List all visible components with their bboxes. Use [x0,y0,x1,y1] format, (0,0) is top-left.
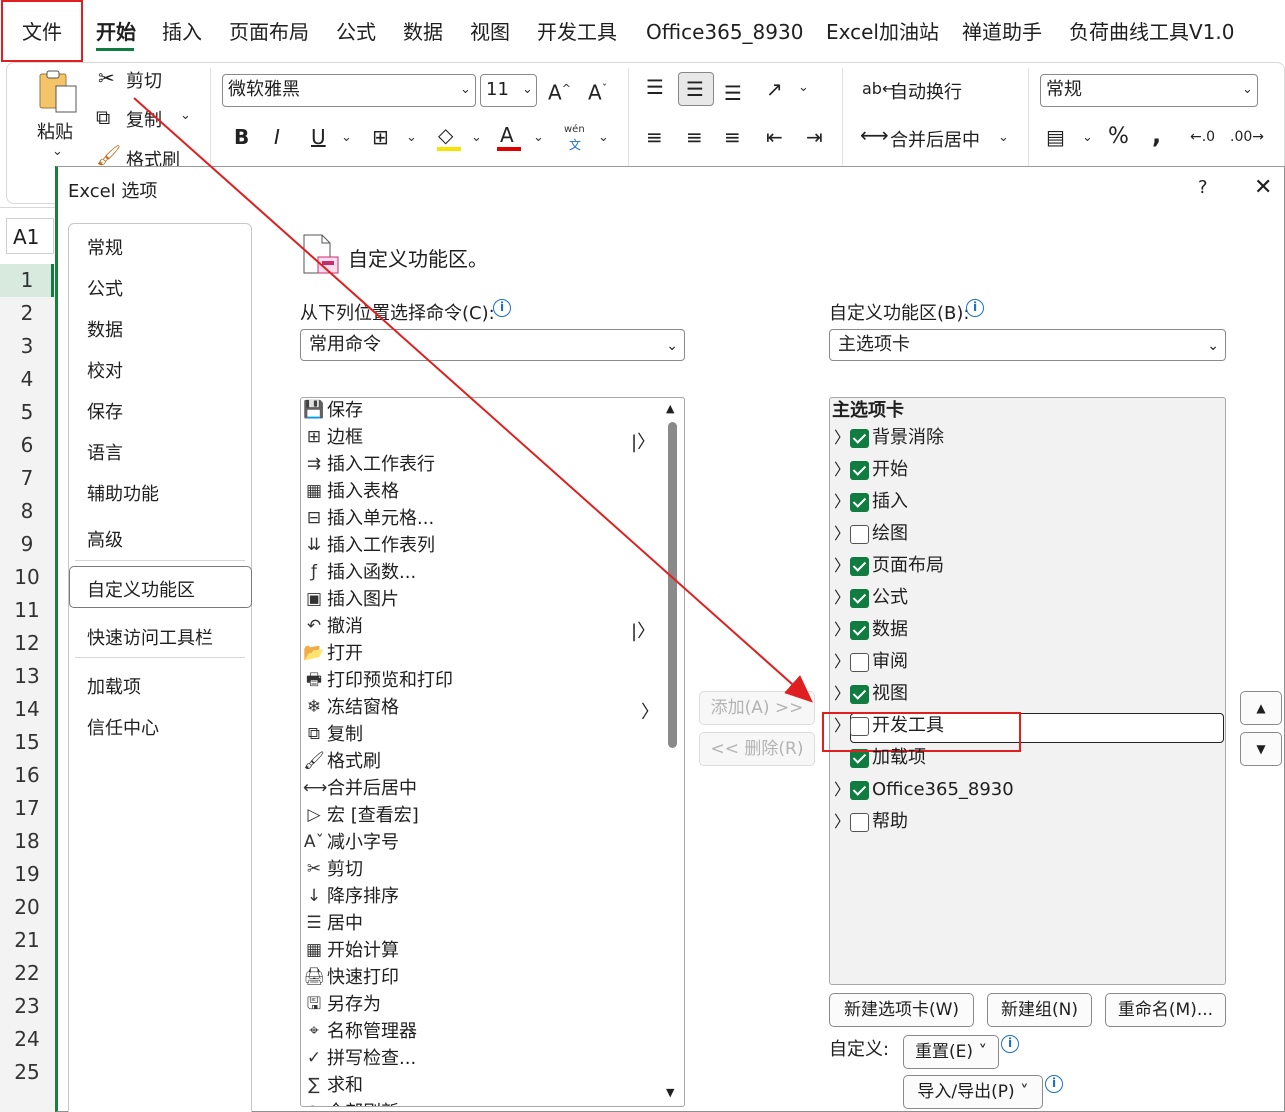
tab-label[interactable]: 开始 [872,458,908,482]
excel-window: 文件 开始 插入 页面布局 公式 数据 视图 开发工具 Office365_89… [0,0,1285,1112]
tab-label[interactable]: 审阅 [872,650,908,674]
tab-label[interactable]: 页面布局 [872,554,944,578]
tab-label[interactable]: 绘图 [872,522,908,546]
tab-label[interactable]: 公式 [872,586,908,610]
tab-label[interactable]: 开发工具 [872,714,944,738]
tab-label[interactable]: 插入 [872,490,908,514]
tab-label[interactable]: 背景消除 [872,426,944,450]
tab-label[interactable]: 视图 [872,682,908,706]
tab-label[interactable]: 加载项 [872,746,926,770]
tab-label[interactable]: 数据 [872,618,908,642]
annotation-arrow [133,97,813,703]
tab-checkbox[interactable] [850,717,869,736]
tab-label[interactable]: Office365_8930 [872,778,1014,802]
tab-label[interactable]: 帮助 [872,810,908,834]
